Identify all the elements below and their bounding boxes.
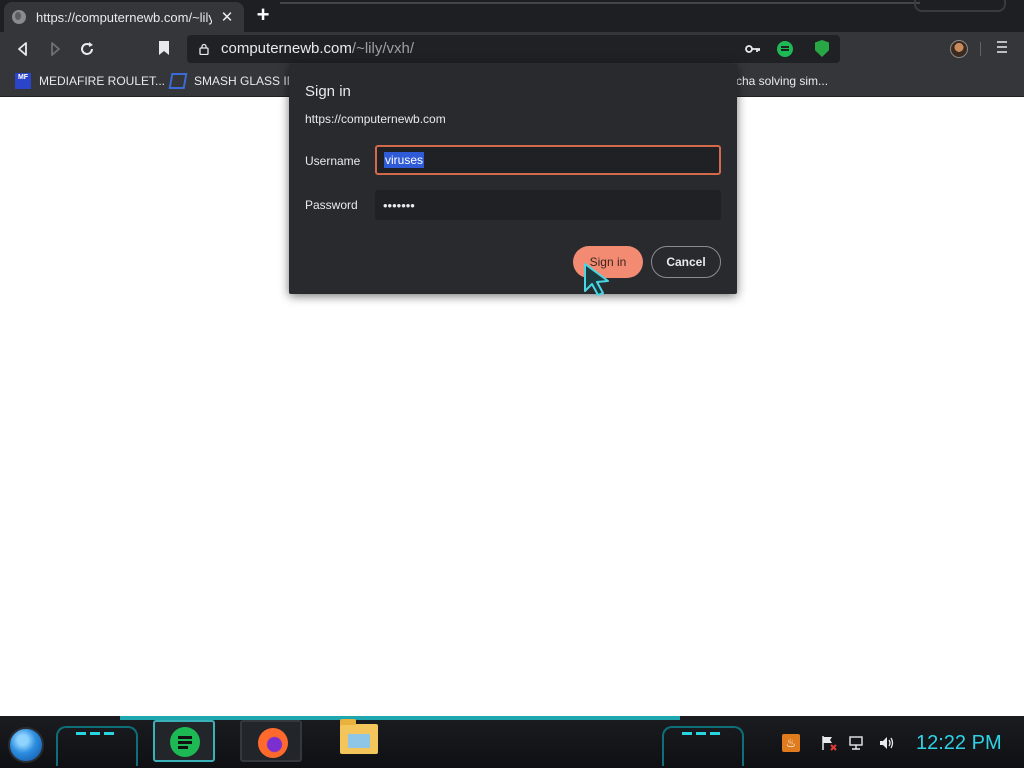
password-value: ••••••• xyxy=(383,197,415,213)
taskbar: ♨ 12:22 PM xyxy=(0,716,1024,768)
sign-in-dialog: Sign in https://computernewb.com Usernam… xyxy=(289,64,737,294)
forward-icon xyxy=(51,42,60,56)
deco-dash xyxy=(90,732,100,735)
smash-glass-icon xyxy=(168,73,188,89)
taskbar-decoration-left xyxy=(56,726,138,766)
reload-button[interactable] xyxy=(77,39,97,59)
toolbar-divider xyxy=(980,42,981,56)
back-icon xyxy=(18,42,27,56)
bookmark-mediafire[interactable]: MF MEDIAFIRE ROULET... xyxy=(15,72,165,90)
bookmark-label: cha solving sim... xyxy=(736,74,829,88)
bookmark-label: MEDIAFIRE ROULET... xyxy=(39,74,166,88)
deco-dash xyxy=(682,732,692,735)
browser-tab[interactable]: https://computernewb.com/~lily/v ✕ xyxy=(4,2,244,32)
url-path: /~lily/vxh/ xyxy=(351,40,415,57)
java-tray-icon[interactable]: ♨ xyxy=(782,734,800,752)
bookmark-icon[interactable] xyxy=(158,40,170,56)
bookmark-smash-glass[interactable]: SMASH GLASS IN xyxy=(168,72,296,90)
new-tab-button[interactable]: + xyxy=(252,4,274,27)
bookmark-label: SMASH GLASS IN xyxy=(194,74,296,88)
tab-title: https://computernewb.com/~lily/v xyxy=(36,9,212,25)
firefox-icon xyxy=(258,728,288,758)
username-label: Username xyxy=(305,154,361,168)
start-button[interactable] xyxy=(8,727,44,763)
window-controls[interactable] xyxy=(914,0,1006,12)
lock-icon xyxy=(199,43,209,55)
deco-dash xyxy=(710,732,720,735)
screen: https://computernewb.com/~lily/v ✕ + com… xyxy=(0,0,1024,768)
username-field[interactable]: viruses xyxy=(375,145,721,175)
deco-dash xyxy=(696,732,706,735)
password-label: Password xyxy=(305,198,358,212)
username-value: viruses xyxy=(384,152,425,168)
taskbar-clock[interactable]: 12:22 PM xyxy=(916,732,1002,755)
shield-extension-icon[interactable] xyxy=(815,40,829,57)
mediafire-icon: MF xyxy=(15,73,31,89)
spotify-extension-icon[interactable] xyxy=(777,41,793,57)
tab-strip: https://computernewb.com/~lily/v ✕ + xyxy=(0,0,1024,32)
bookmark-captcha[interactable]: cha solving sim... xyxy=(736,72,828,90)
cancel-button[interactable]: Cancel xyxy=(651,246,721,278)
action-center-flag-icon[interactable] xyxy=(820,734,838,752)
url-text: computernewb.com/~lily/vxh/ xyxy=(221,40,414,57)
globe-icon xyxy=(12,10,26,24)
spotify-icon xyxy=(170,727,200,757)
reload-icon xyxy=(81,42,93,55)
forward-button[interactable] xyxy=(45,39,65,59)
browser-toolbar: computernewb.com/~lily/vxh/ xyxy=(0,32,1024,66)
address-bar[interactable]: computernewb.com/~lily/vxh/ xyxy=(187,35,840,63)
mouse-cursor-icon xyxy=(584,263,609,296)
password-field[interactable]: ••••••• xyxy=(375,190,721,220)
key-icon[interactable] xyxy=(745,42,761,56)
back-button[interactable] xyxy=(13,39,33,59)
taskbar-firefox[interactable] xyxy=(240,720,302,762)
url-host: computernewb.com xyxy=(221,40,352,57)
dialog-title: Sign in xyxy=(305,83,351,100)
dialog-origin: https://computernewb.com xyxy=(305,112,446,126)
tab-strip-line xyxy=(280,2,920,4)
taskbar-spotify[interactable] xyxy=(153,720,215,762)
menu-icon[interactable] xyxy=(997,41,1007,53)
close-tab-icon[interactable]: ✕ xyxy=(218,8,236,26)
network-icon[interactable] xyxy=(848,734,866,752)
profile-avatar[interactable] xyxy=(950,40,968,58)
taskbar-decoration-right xyxy=(662,726,744,766)
deco-dash xyxy=(76,732,86,735)
file-explorer-icon[interactable] xyxy=(340,719,378,754)
volume-icon[interactable] xyxy=(878,734,896,752)
deco-dash xyxy=(104,732,114,735)
